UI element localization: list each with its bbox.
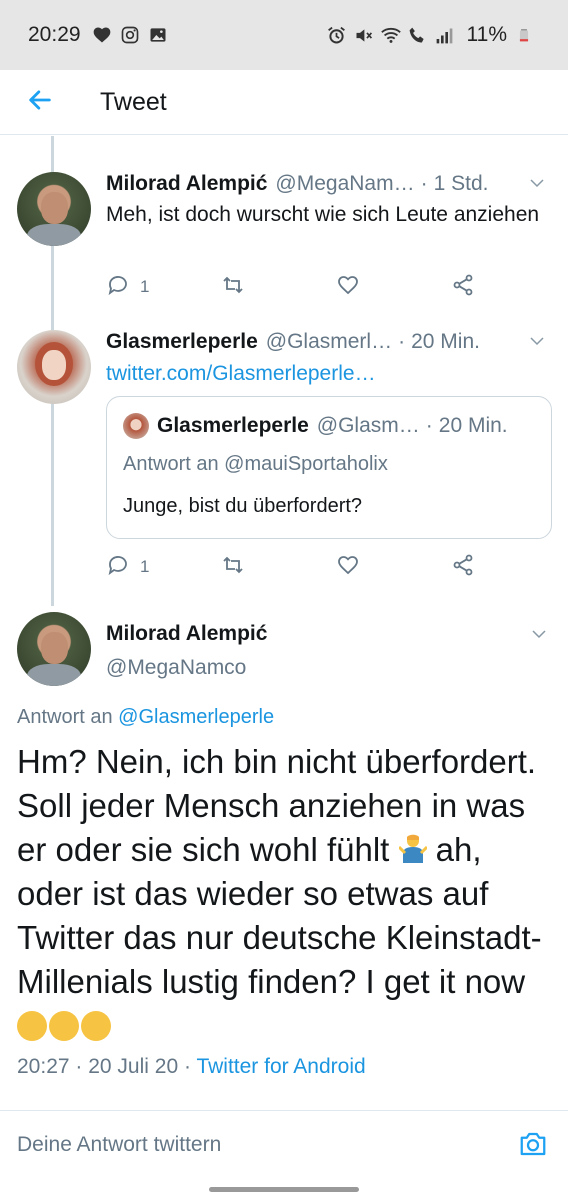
reply-count: 1 xyxy=(140,557,150,576)
status-right: 11% xyxy=(326,23,540,47)
like-icon xyxy=(336,273,360,302)
retweet-button[interactable] xyxy=(221,553,336,582)
reply-bar: Deine Antwort twittern xyxy=(0,1110,568,1180)
main-tweet-avatar[interactable] xyxy=(17,612,91,686)
avatar-face xyxy=(41,192,68,224)
separator: · xyxy=(425,414,433,437)
wifi-icon xyxy=(380,24,402,46)
avatar-shirt xyxy=(27,664,81,686)
instagram-icon xyxy=(119,24,141,46)
quoted-tweet-age: 20 Min. xyxy=(438,414,508,437)
share-icon xyxy=(451,553,475,582)
quoted-author-name: Glasmerleperle xyxy=(157,414,309,437)
quoted-tweet-header: Glasmerleperle @Glasm… · 20 Min. xyxy=(123,413,537,439)
camera-icon[interactable] xyxy=(518,1129,548,1159)
gallery-icon xyxy=(147,24,169,46)
tweet-header: Milorad Alempić @MegaNam… · 1 Std. xyxy=(106,172,546,196)
main-tweet-text: Hm? Nein, ich bin nicht überfordert. Sol… xyxy=(17,740,547,1048)
like-button[interactable] xyxy=(336,273,451,302)
reply-icon xyxy=(106,553,130,582)
avatar-face xyxy=(42,350,66,380)
call-icon xyxy=(407,24,429,46)
main-replying-to: Antwort an @Glasmerleperle xyxy=(17,706,274,729)
tweet-item[interactable]: Glasmerleperle @Glasmerl… · 20 Min. twit… xyxy=(0,320,568,590)
avatar xyxy=(123,413,149,439)
avatar[interactable] xyxy=(17,330,91,404)
app-bar: Tweet xyxy=(0,70,568,135)
tweet-author-handle[interactable]: @Glasmerl… xyxy=(266,330,392,354)
battery-icon xyxy=(513,24,535,46)
emoji-rofl-icon xyxy=(17,1011,47,1041)
tweet-item[interactable]: Milorad Alempić @MegaNam… · 1 Std. Meh, … xyxy=(0,160,568,310)
tweet-header: Glasmerleperle @Glasmerl… · 20 Min. xyxy=(106,330,546,354)
heart-icon xyxy=(91,24,113,46)
emoji-shrug-icon xyxy=(397,832,428,864)
emoji-rofl-icon xyxy=(81,1011,111,1041)
main-tweet-meta: 20:27 · 20 Juli 20 · Twitter for Android xyxy=(17,1055,366,1079)
replying-handle-link[interactable]: @Glasmerleperle xyxy=(118,706,274,728)
alarm-icon xyxy=(326,24,348,46)
chevron-down-icon[interactable] xyxy=(530,625,548,648)
like-icon xyxy=(336,553,360,582)
tweet-author-name[interactable]: Milorad Alempić xyxy=(106,172,267,196)
tweet-author-name[interactable]: Glasmerleperle xyxy=(106,330,258,354)
quoted-tweet[interactable]: Glasmerleperle @Glasm… · 20 Min. Antwort… xyxy=(106,396,552,539)
emoji-rofl-icon xyxy=(49,1011,79,1041)
avatar[interactable] xyxy=(17,172,91,246)
share-button[interactable] xyxy=(451,273,475,302)
tweet-actions: 1 xyxy=(106,272,486,302)
separator: · xyxy=(69,1055,89,1078)
tweet-link[interactable]: twitter.com/Glasmerleperle… xyxy=(106,358,546,389)
status-time: 20:29 xyxy=(28,23,81,46)
separator: · xyxy=(398,330,406,353)
tweet-age: 1 Std. xyxy=(433,172,489,195)
quoted-author-handle: @Glasm… xyxy=(316,414,420,437)
chevron-down-icon[interactable] xyxy=(528,174,546,192)
tweet-age: 20 Min. xyxy=(411,330,480,353)
main-tweet-author-handle[interactable]: @MegaNamco xyxy=(106,656,246,680)
tweet-author-handle[interactable]: @MegaNam… xyxy=(275,172,414,196)
avatar-face xyxy=(41,632,68,664)
quoted-replying-to: Antwort an @mauiSportaholix xyxy=(123,453,388,475)
page-title: Tweet xyxy=(100,87,167,116)
signal-icon xyxy=(434,24,456,46)
separator: · xyxy=(178,1055,197,1078)
mute-icon xyxy=(353,24,375,46)
gesture-bar[interactable] xyxy=(209,1187,359,1192)
tweet-actions: 1 xyxy=(106,552,486,582)
tweet-source-link[interactable]: Twitter for Android xyxy=(196,1055,365,1078)
retweet-icon xyxy=(221,553,245,582)
back-arrow-icon xyxy=(26,86,54,119)
retweet-icon xyxy=(221,273,245,302)
replying-prefix: Antwort an xyxy=(17,706,119,728)
separator: · xyxy=(420,172,428,195)
battery-level: 11% xyxy=(466,23,507,46)
tweet-text: Meh, ist doch wurscht wie sich Leute anz… xyxy=(106,203,540,226)
reply-button[interactable]: 1 xyxy=(106,273,221,302)
reply-icon xyxy=(106,273,130,302)
reply-button[interactable]: 1 xyxy=(106,553,221,582)
chevron-down-icon[interactable] xyxy=(528,332,546,350)
tweet-time: 20:27 xyxy=(17,1055,70,1078)
like-button[interactable] xyxy=(336,553,451,582)
avatar-shirt xyxy=(27,224,81,246)
share-icon xyxy=(451,273,475,302)
quoted-tweet-text: Junge, bist du überfordert? xyxy=(123,495,363,517)
tweet-date: 20 Juli 20 xyxy=(88,1055,179,1078)
share-button[interactable] xyxy=(451,553,475,582)
retweet-button[interactable] xyxy=(221,273,336,302)
status-bar: 20:29 11% xyxy=(0,0,568,70)
back-button[interactable] xyxy=(0,70,80,135)
reply-input[interactable]: Deine Antwort twittern xyxy=(17,1133,221,1157)
main-tweet-author-name[interactable]: Milorad Alempić xyxy=(106,622,267,646)
reply-count: 1 xyxy=(140,277,150,296)
